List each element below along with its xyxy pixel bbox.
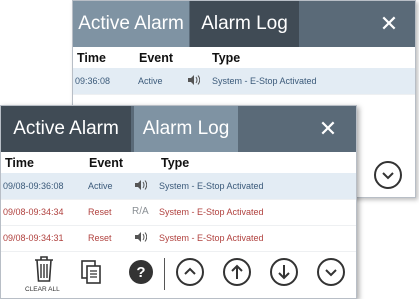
arrow-up-icon: [231, 264, 243, 279]
table-row[interactable]: 09/08-09:34:34 Reset R/A System - E-Stop…: [1, 199, 356, 226]
row-type: System - E-Stop Activated: [212, 76, 317, 86]
toolbar-divider: [164, 258, 165, 290]
column-header-type: Type: [212, 51, 241, 65]
tab-active-alarm[interactable]: Active Alarm: [73, 1, 189, 47]
copy-icon: [81, 260, 101, 284]
speaker-icon: [188, 75, 200, 85]
next-alarm-button[interactable]: [270, 258, 298, 286]
tab-active-alarm[interactable]: Active Alarm: [1, 106, 131, 152]
help-button[interactable]: ?: [129, 260, 153, 284]
row-type: System - E-Stop Activated: [159, 181, 264, 191]
close-icon[interactable]: ✕: [308, 106, 348, 152]
row-event: Active: [138, 76, 163, 86]
alarm-log-window: Active Alarm Alarm Log ✕ Time Event Type…: [0, 105, 357, 299]
clear-all-button[interactable]: [31, 254, 57, 284]
trash-icon: [35, 256, 53, 282]
scroll-up-button[interactable]: [176, 258, 204, 286]
table-header: Time Event Type: [1, 152, 356, 175]
close-icon[interactable]: ✕: [369, 1, 409, 47]
row-type: System - E-Stop Activated: [159, 207, 264, 217]
row-type: System - E-Stop Activated: [159, 233, 264, 243]
window-titlebar: Active Alarm Alarm Log ✕: [1, 106, 356, 152]
scroll-down-button[interactable]: [317, 258, 345, 286]
toolbar: CLEAR ALL ?: [1, 250, 356, 298]
help-icon: ?: [136, 263, 146, 281]
clear-all-label: CLEAR ALL: [25, 286, 60, 293]
tab-alarm-log[interactable]: Alarm Log: [190, 1, 299, 47]
previous-alarm-button[interactable]: [223, 258, 251, 286]
table-header: Time Event Type: [73, 47, 415, 70]
arrow-down-icon: [278, 265, 290, 280]
column-header-time: Time: [5, 156, 34, 170]
row-event: Active: [88, 181, 113, 191]
row-event: Reset: [88, 233, 112, 243]
row-time: 09/08-09:34:34: [3, 207, 64, 217]
speaker-icon: [135, 180, 147, 190]
table-row[interactable]: 09/08-09:36:08 Active System - E-Stop Ac…: [1, 173, 356, 200]
table-row[interactable]: 09:36:08 Active System - E-Stop Activate…: [73, 68, 415, 95]
tab-alarm-log[interactable]: Alarm Log: [134, 106, 238, 152]
column-header-event: Event: [139, 51, 174, 65]
chevron-down-icon: [382, 172, 394, 180]
row-event: Reset: [88, 207, 112, 217]
chevron-up-icon: [184, 267, 196, 275]
column-header-event: Event: [89, 156, 124, 170]
chevron-down-icon: [325, 269, 337, 277]
scroll-down-button[interactable]: [374, 161, 402, 189]
window-titlebar: Active Alarm Alarm Log ✕: [73, 1, 415, 47]
row-time: 09/08-09:36:08: [3, 181, 64, 191]
row-ack-status: R/A: [132, 206, 149, 217]
table-row[interactable]: 09/08-09:34:31 Reset System - E-Stop Act…: [1, 225, 356, 252]
copy-button[interactable]: [78, 257, 104, 287]
row-time: 09:36:08: [75, 76, 111, 86]
column-header-time: Time: [77, 51, 106, 65]
speaker-icon: [135, 232, 147, 242]
column-header-type: Type: [161, 156, 190, 170]
row-time: 09/08-09:34:31: [3, 233, 64, 243]
